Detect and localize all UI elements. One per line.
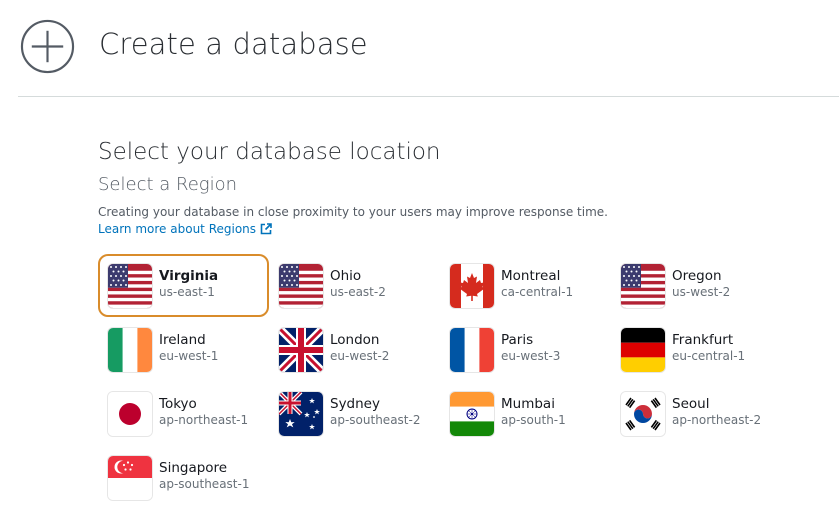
region-card-seoul[interactable]: Seoul ap-northeast-2 — [611, 382, 782, 445]
region-name: Oregon — [672, 268, 722, 284]
learn-more-link[interactable]: Learn more about Regions — [98, 222, 272, 236]
japan-flag-icon — [108, 392, 152, 436]
page-header: Create a database — [0, 0, 839, 96]
section-description: Creating your database in close proximit… — [98, 205, 608, 219]
region-code: ap-southeast-2 — [330, 413, 421, 427]
region-name: Mumbai — [501, 396, 555, 412]
ireland-flag-icon — [108, 328, 152, 372]
region-code: ap-southeast-1 — [159, 477, 250, 491]
region-card-virginia[interactable]: Virginia us-east-1 — [98, 254, 269, 317]
region-card-sydney[interactable]: Sydney ap-southeast-2 — [269, 382, 440, 445]
france-flag-icon — [450, 328, 494, 372]
australia-flag-icon — [279, 392, 323, 436]
region-name: Tokyo — [159, 396, 197, 412]
region-code: eu-central-1 — [672, 349, 746, 363]
section-title: Select your database location — [98, 139, 441, 165]
region-name: Seoul — [672, 396, 710, 412]
region-code: eu-west-3 — [501, 349, 561, 363]
us-flag-icon — [621, 264, 665, 308]
germany-flag-icon — [621, 328, 665, 372]
external-link-icon — [260, 223, 272, 235]
canada-flag-icon — [450, 264, 494, 308]
uk-flag-icon — [279, 328, 323, 372]
region-card-ireland[interactable]: Ireland eu-west-1 — [98, 318, 269, 381]
region-card-montreal[interactable]: Montreal ca-central-1 — [440, 254, 611, 317]
region-code: eu-west-1 — [159, 349, 219, 363]
region-card-london[interactable]: London eu-west-2 — [269, 318, 440, 381]
region-name: Paris — [501, 332, 534, 348]
region-name: London — [330, 332, 380, 348]
region-card-paris[interactable]: Paris eu-west-3 — [440, 318, 611, 381]
section-subtitle: Select a Region — [98, 174, 237, 195]
region-code: us-east-2 — [330, 285, 386, 299]
plus-circle-icon[interactable] — [20, 19, 75, 74]
region-card-ohio[interactable]: Ohio us-east-2 — [269, 254, 440, 317]
region-code: eu-west-2 — [330, 349, 390, 363]
region-card-singapore[interactable]: Singapore ap-southeast-1 — [98, 446, 269, 509]
region-name: Ohio — [330, 268, 362, 284]
region-code: us-east-1 — [159, 285, 215, 299]
korea-flag-icon — [621, 392, 665, 436]
region-code: ap-northeast-2 — [672, 413, 762, 427]
region-card-frankfurt[interactable]: Frankfurt eu-central-1 — [611, 318, 782, 381]
learn-more-label: Learn more about Regions — [98, 222, 257, 236]
region-card-tokyo[interactable]: Tokyo ap-northeast-1 — [98, 382, 269, 445]
region-code: ca-central-1 — [501, 285, 574, 299]
region-code: ap-south-1 — [501, 413, 566, 427]
region-name: Frankfurt — [672, 332, 734, 348]
page-title: Create a database — [99, 27, 368, 61]
us-flag-icon — [279, 264, 323, 308]
us-flag-icon — [108, 264, 152, 308]
singapore-flag-icon — [108, 456, 152, 500]
region-code: ap-northeast-1 — [159, 413, 249, 427]
region-name: Singapore — [159, 460, 228, 476]
region-name: Montreal — [501, 268, 561, 284]
header-divider — [18, 96, 839, 97]
region-card-mumbai[interactable]: Mumbai ap-south-1 — [440, 382, 611, 445]
region-name: Sydney — [330, 396, 380, 412]
region-code: us-west-2 — [672, 285, 731, 299]
region-card-oregon[interactable]: Oregon us-west-2 — [611, 254, 782, 317]
india-flag-icon — [450, 392, 494, 436]
region-name: Ireland — [159, 332, 206, 348]
region-name: Virginia — [159, 268, 219, 284]
